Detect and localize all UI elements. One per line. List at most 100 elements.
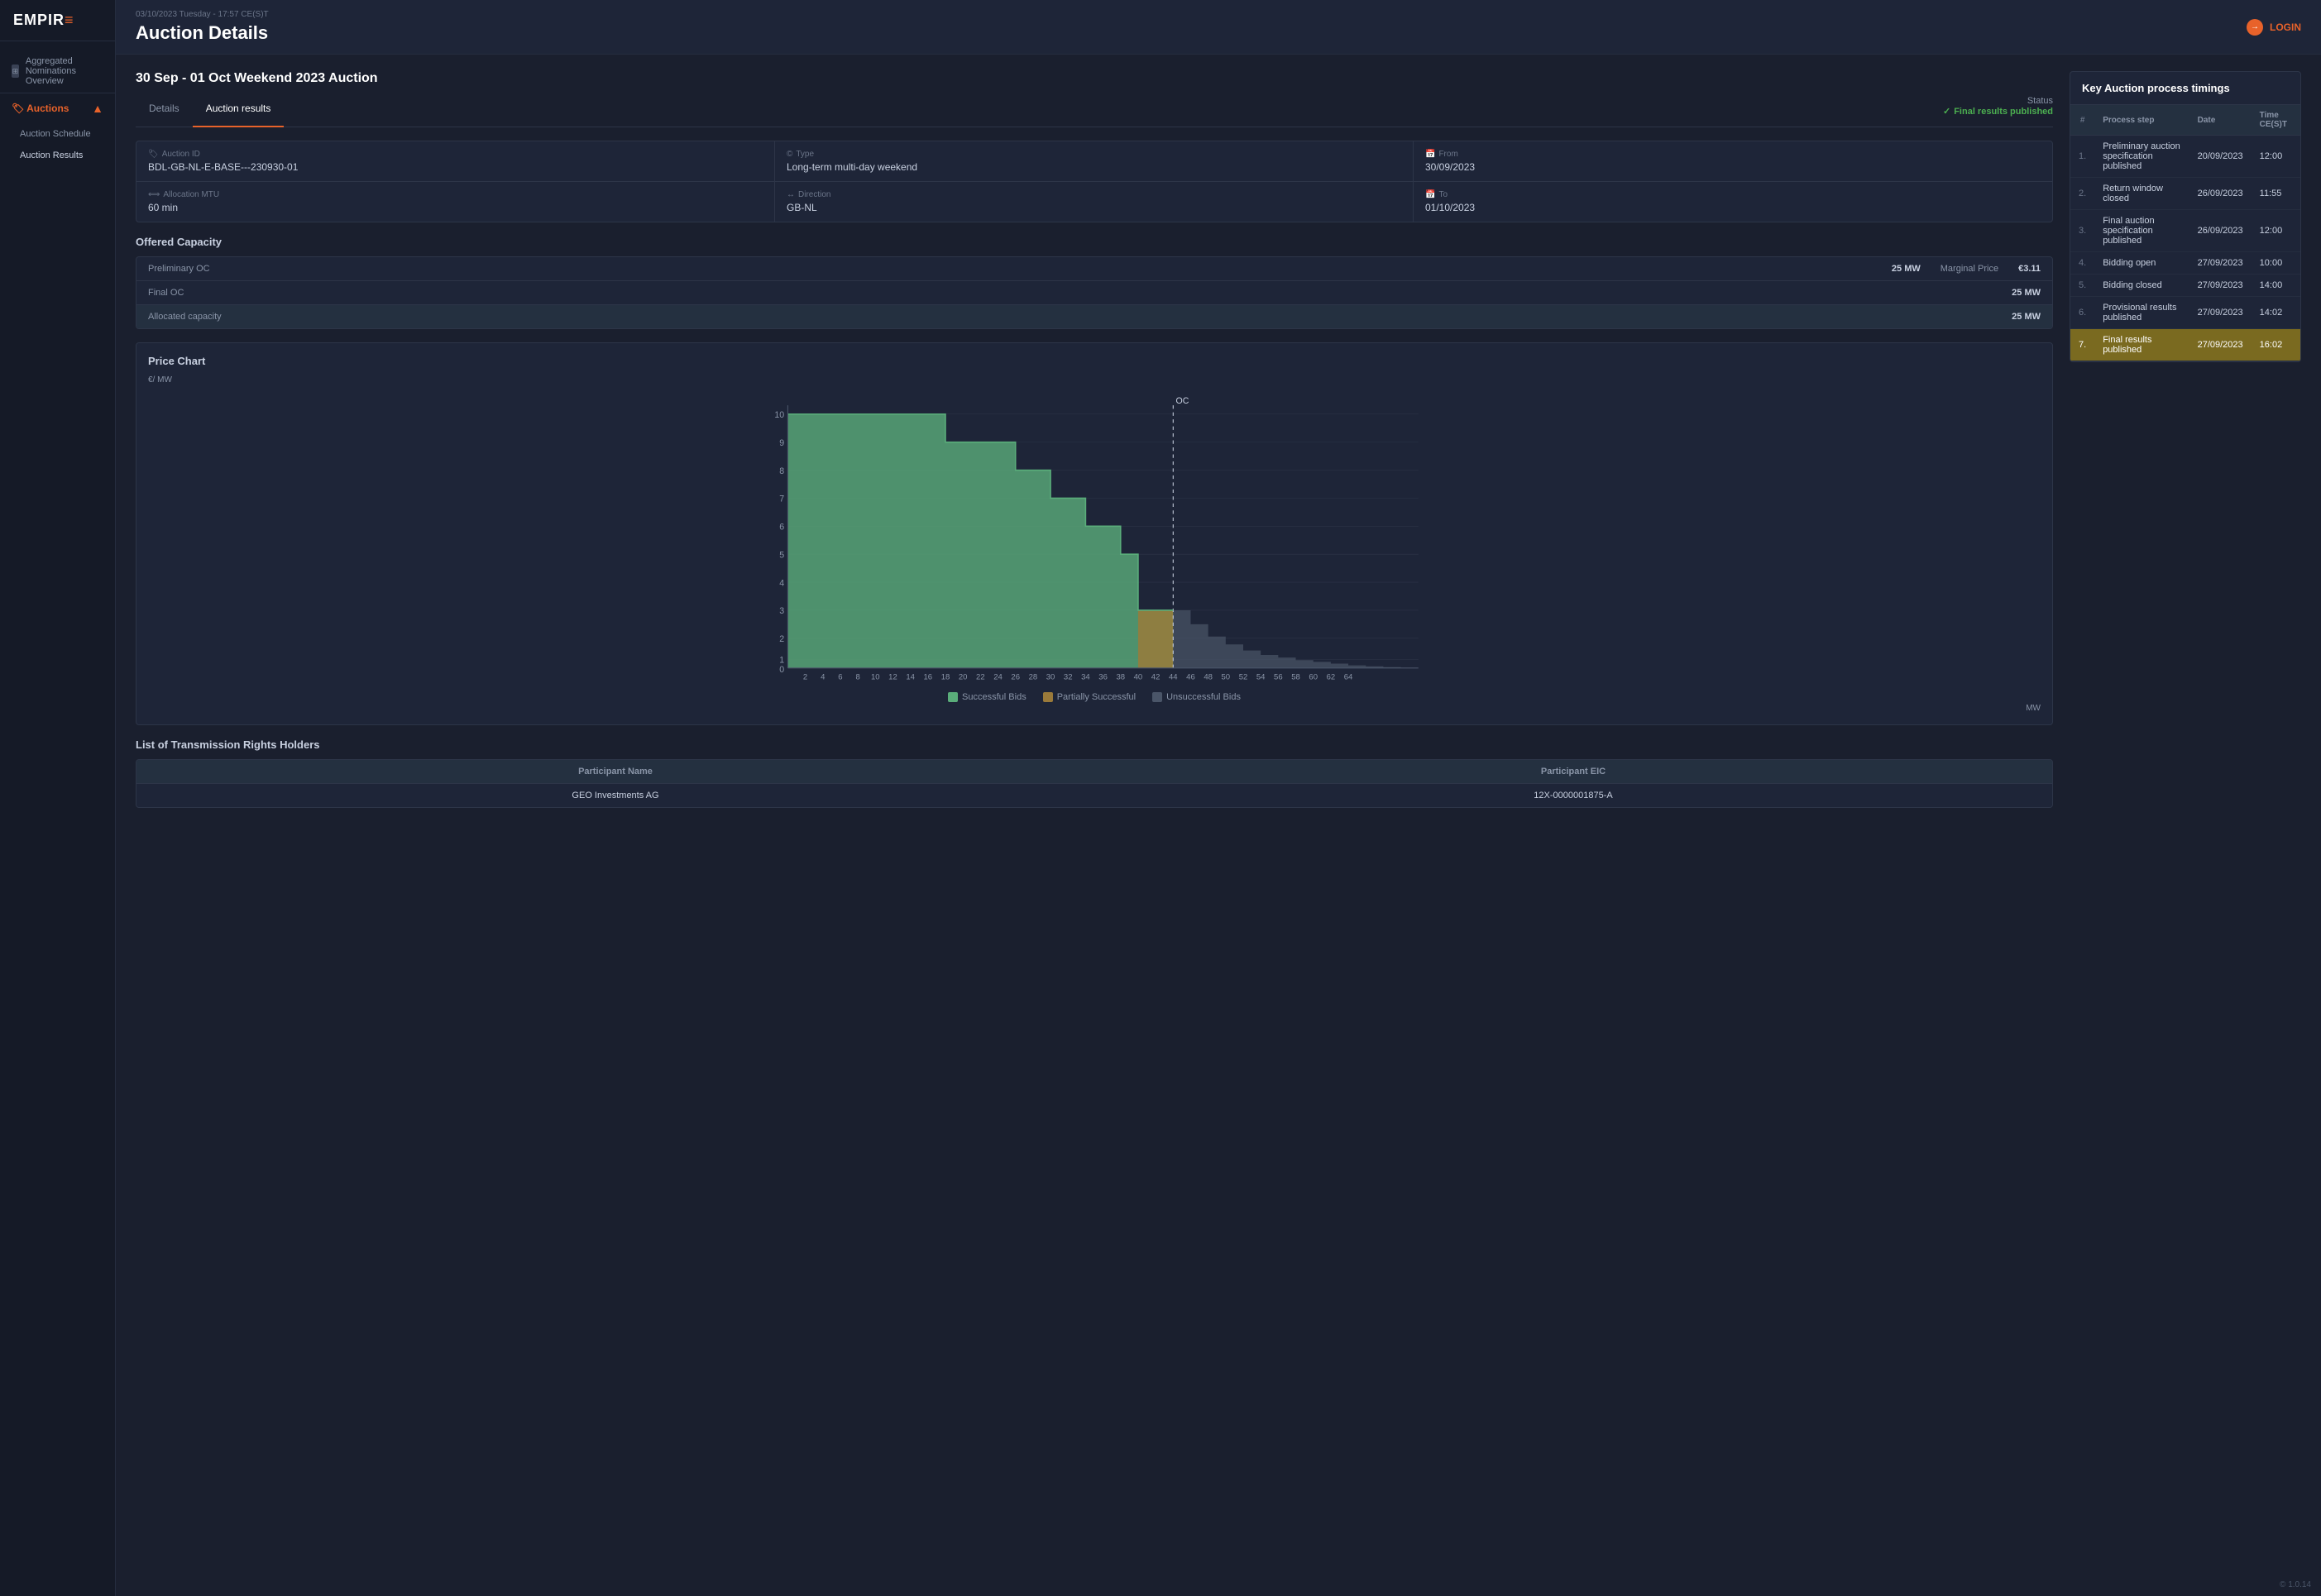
svg-text:46: 46 (1186, 673, 1195, 682)
timing-date: 27/09/2023 (2189, 275, 2252, 297)
svg-text:26: 26 (1011, 673, 1020, 682)
auctions-group-header[interactable]: 🏷 Auctions ▲ (0, 93, 115, 123)
from-label: 📅 From (1425, 150, 2041, 159)
login-label: LOGIN (2270, 22, 2301, 33)
login-icon: → (2247, 19, 2263, 36)
svg-text:6: 6 (779, 523, 784, 533)
content-side: Key Auction process timings # Process st… (2070, 71, 2301, 1579)
to-cell: 📅 To 01/10/2023 (1414, 182, 2052, 222)
auctions-group: 🏷 Auctions ▲ Auction Schedule Auction Re… (0, 93, 115, 166)
direction-cell: ↔ Direction GB-NL (775, 182, 1414, 222)
timings-title: Key Auction process timings (2070, 72, 2300, 105)
svg-text:4: 4 (779, 578, 784, 588)
auction-icon: 🏷 (148, 150, 159, 159)
svg-text:5: 5 (779, 550, 784, 560)
svg-text:10: 10 (774, 410, 784, 420)
timing-num: 2. (2070, 178, 2094, 210)
sidebar-item-auction-results[interactable]: Auction Results (0, 145, 115, 166)
timings-row-2: 3. Final auction specification published… (2070, 210, 2300, 252)
version-label: © 1.0.14 (2280, 1580, 2311, 1589)
timing-step: Final results published (2094, 329, 2189, 361)
y-axis-label: €/ MW (148, 375, 2041, 385)
header-left: 03/10/2023 Tuesday - 17:57 CE(S)T Auctio… (136, 10, 269, 44)
svg-text:24: 24 (993, 673, 1003, 682)
check-icon: ✓ (1943, 106, 1950, 117)
final-oc-label: Final OC (148, 288, 184, 298)
legend-unsuccessful: Unsuccessful Bids (1152, 692, 1241, 702)
svg-text:54: 54 (1256, 673, 1266, 682)
timing-time: 14:00 (2252, 275, 2300, 297)
calendar-to-icon: 📅 (1425, 190, 1435, 199)
capacity-table: Preliminary OC 25 MW Marginal Price €3.1… (136, 256, 2053, 329)
calendar-icon: 📅 (1425, 150, 1435, 159)
sidebar-item-aggregated[interactable]: ⊞ Aggregated Nominations Overview (0, 50, 115, 93)
tr-cell-name: GEO Investments AG (136, 784, 1094, 807)
content-area: 30 Sep - 01 Oct Weekend 2023 Auction Det… (116, 55, 2321, 1596)
type-cell: © Type Long-term multi-day weekend (775, 141, 1414, 181)
timing-date: 26/09/2023 (2189, 210, 2252, 252)
auction-id-value: BDL-GB-NL-E-BASE---230930-01 (148, 161, 763, 173)
type-value: Long-term multi-day weekend (787, 161, 1401, 173)
alloc-cap-value: 25 MW (2012, 312, 2041, 322)
svg-text:9: 9 (779, 438, 784, 448)
timing-num: 3. (2070, 210, 2094, 252)
timing-time: 11:55 (2252, 178, 2300, 210)
timestamp: 03/10/2023 Tuesday - 17:57 CE(S)T (136, 10, 269, 19)
info-row-2: ⟺ Allocation MTU 60 min ↔ Direction GB-N… (136, 182, 2052, 222)
svg-text:1: 1 (779, 655, 784, 665)
th-time: Time CE(S)T (2252, 105, 2300, 136)
logo: EMPIR≡ (0, 0, 115, 41)
alloc-mtu-value: 60 min (148, 202, 763, 213)
tr-col-name: Participant Name (136, 760, 1094, 783)
timing-step: Return window closed (2094, 178, 2189, 210)
svg-text:18: 18 (941, 673, 950, 682)
th-date: Date (2189, 105, 2252, 136)
direction-label: ↔ Direction (787, 190, 1401, 199)
to-label: 📅 To (1425, 190, 2041, 199)
timings-row-0: 1. Preliminary auction specification pub… (2070, 136, 2300, 178)
timing-date: 27/09/2023 (2189, 329, 2252, 361)
svg-text:32: 32 (1064, 673, 1073, 682)
svg-text:16: 16 (924, 673, 933, 682)
grid-icon: ⊞ (12, 65, 19, 78)
final-oc-value: 25 MW (2012, 288, 2041, 298)
timing-num: 5. (2070, 275, 2094, 297)
logo-text: EMPIR≡ (13, 12, 102, 29)
timing-date: 20/09/2023 (2189, 136, 2252, 178)
svg-text:30: 30 (1046, 673, 1055, 682)
svg-text:8: 8 (855, 673, 859, 682)
tab-details[interactable]: Details (136, 96, 193, 127)
svg-text:22: 22 (976, 673, 985, 682)
timing-step: Provisional results published (2094, 297, 2189, 329)
svg-text:58: 58 (1291, 673, 1300, 682)
sidebar-item-auction-schedule[interactable]: Auction Schedule (0, 123, 115, 145)
logo-accent: ≡ (65, 12, 74, 28)
svg-text:38: 38 (1116, 673, 1125, 682)
info-row-1: 🏷 Auction ID BDL-GB-NL-E-BASE---230930-0… (136, 141, 2052, 182)
timing-time: 12:00 (2252, 210, 2300, 252)
tr-col-eic: Participant EIC (1094, 760, 2052, 783)
timing-step: Preliminary auction specification publis… (2094, 136, 2189, 178)
price-chart-svg: 10 9 8 7 6 5 4 3 2 1 0 (148, 388, 2041, 686)
timing-step: Final auction specification published (2094, 210, 2189, 252)
svg-text:14: 14 (906, 673, 915, 682)
th-num: # (2070, 105, 2094, 136)
tab-auction-results[interactable]: Auction results (193, 96, 285, 127)
from-cell: 📅 From 30/09/2023 (1414, 141, 2052, 181)
timing-step: Bidding closed (2094, 275, 2189, 297)
timing-time: 10:00 (2252, 252, 2300, 275)
legend-color-unsuccessful (1152, 692, 1162, 702)
tr-row: GEO Investments AG 12X-0000001875-A (136, 783, 2052, 807)
main-area: 03/10/2023 Tuesday - 17:57 CE(S)T Auctio… (116, 0, 2321, 1596)
legend-color-successful (948, 692, 958, 702)
svg-text:34: 34 (1081, 673, 1090, 682)
type-icon: © (787, 150, 792, 159)
header: 03/10/2023 Tuesday - 17:57 CE(S)T Auctio… (116, 0, 2321, 55)
capacity-row-final: Final OC 25 MW (136, 281, 2052, 305)
capacity-row-preliminary: Preliminary OC 25 MW Marginal Price €3.1… (136, 257, 2052, 281)
timing-date: 26/09/2023 (2189, 178, 2252, 210)
timings-row-4: 5. Bidding closed 27/09/2023 14:00 (2070, 275, 2300, 297)
offered-capacity-title: Offered Capacity (136, 236, 2053, 248)
status-section: Status ✓ Final results published (1943, 96, 2053, 117)
login-button[interactable]: → LOGIN (2247, 19, 2301, 36)
